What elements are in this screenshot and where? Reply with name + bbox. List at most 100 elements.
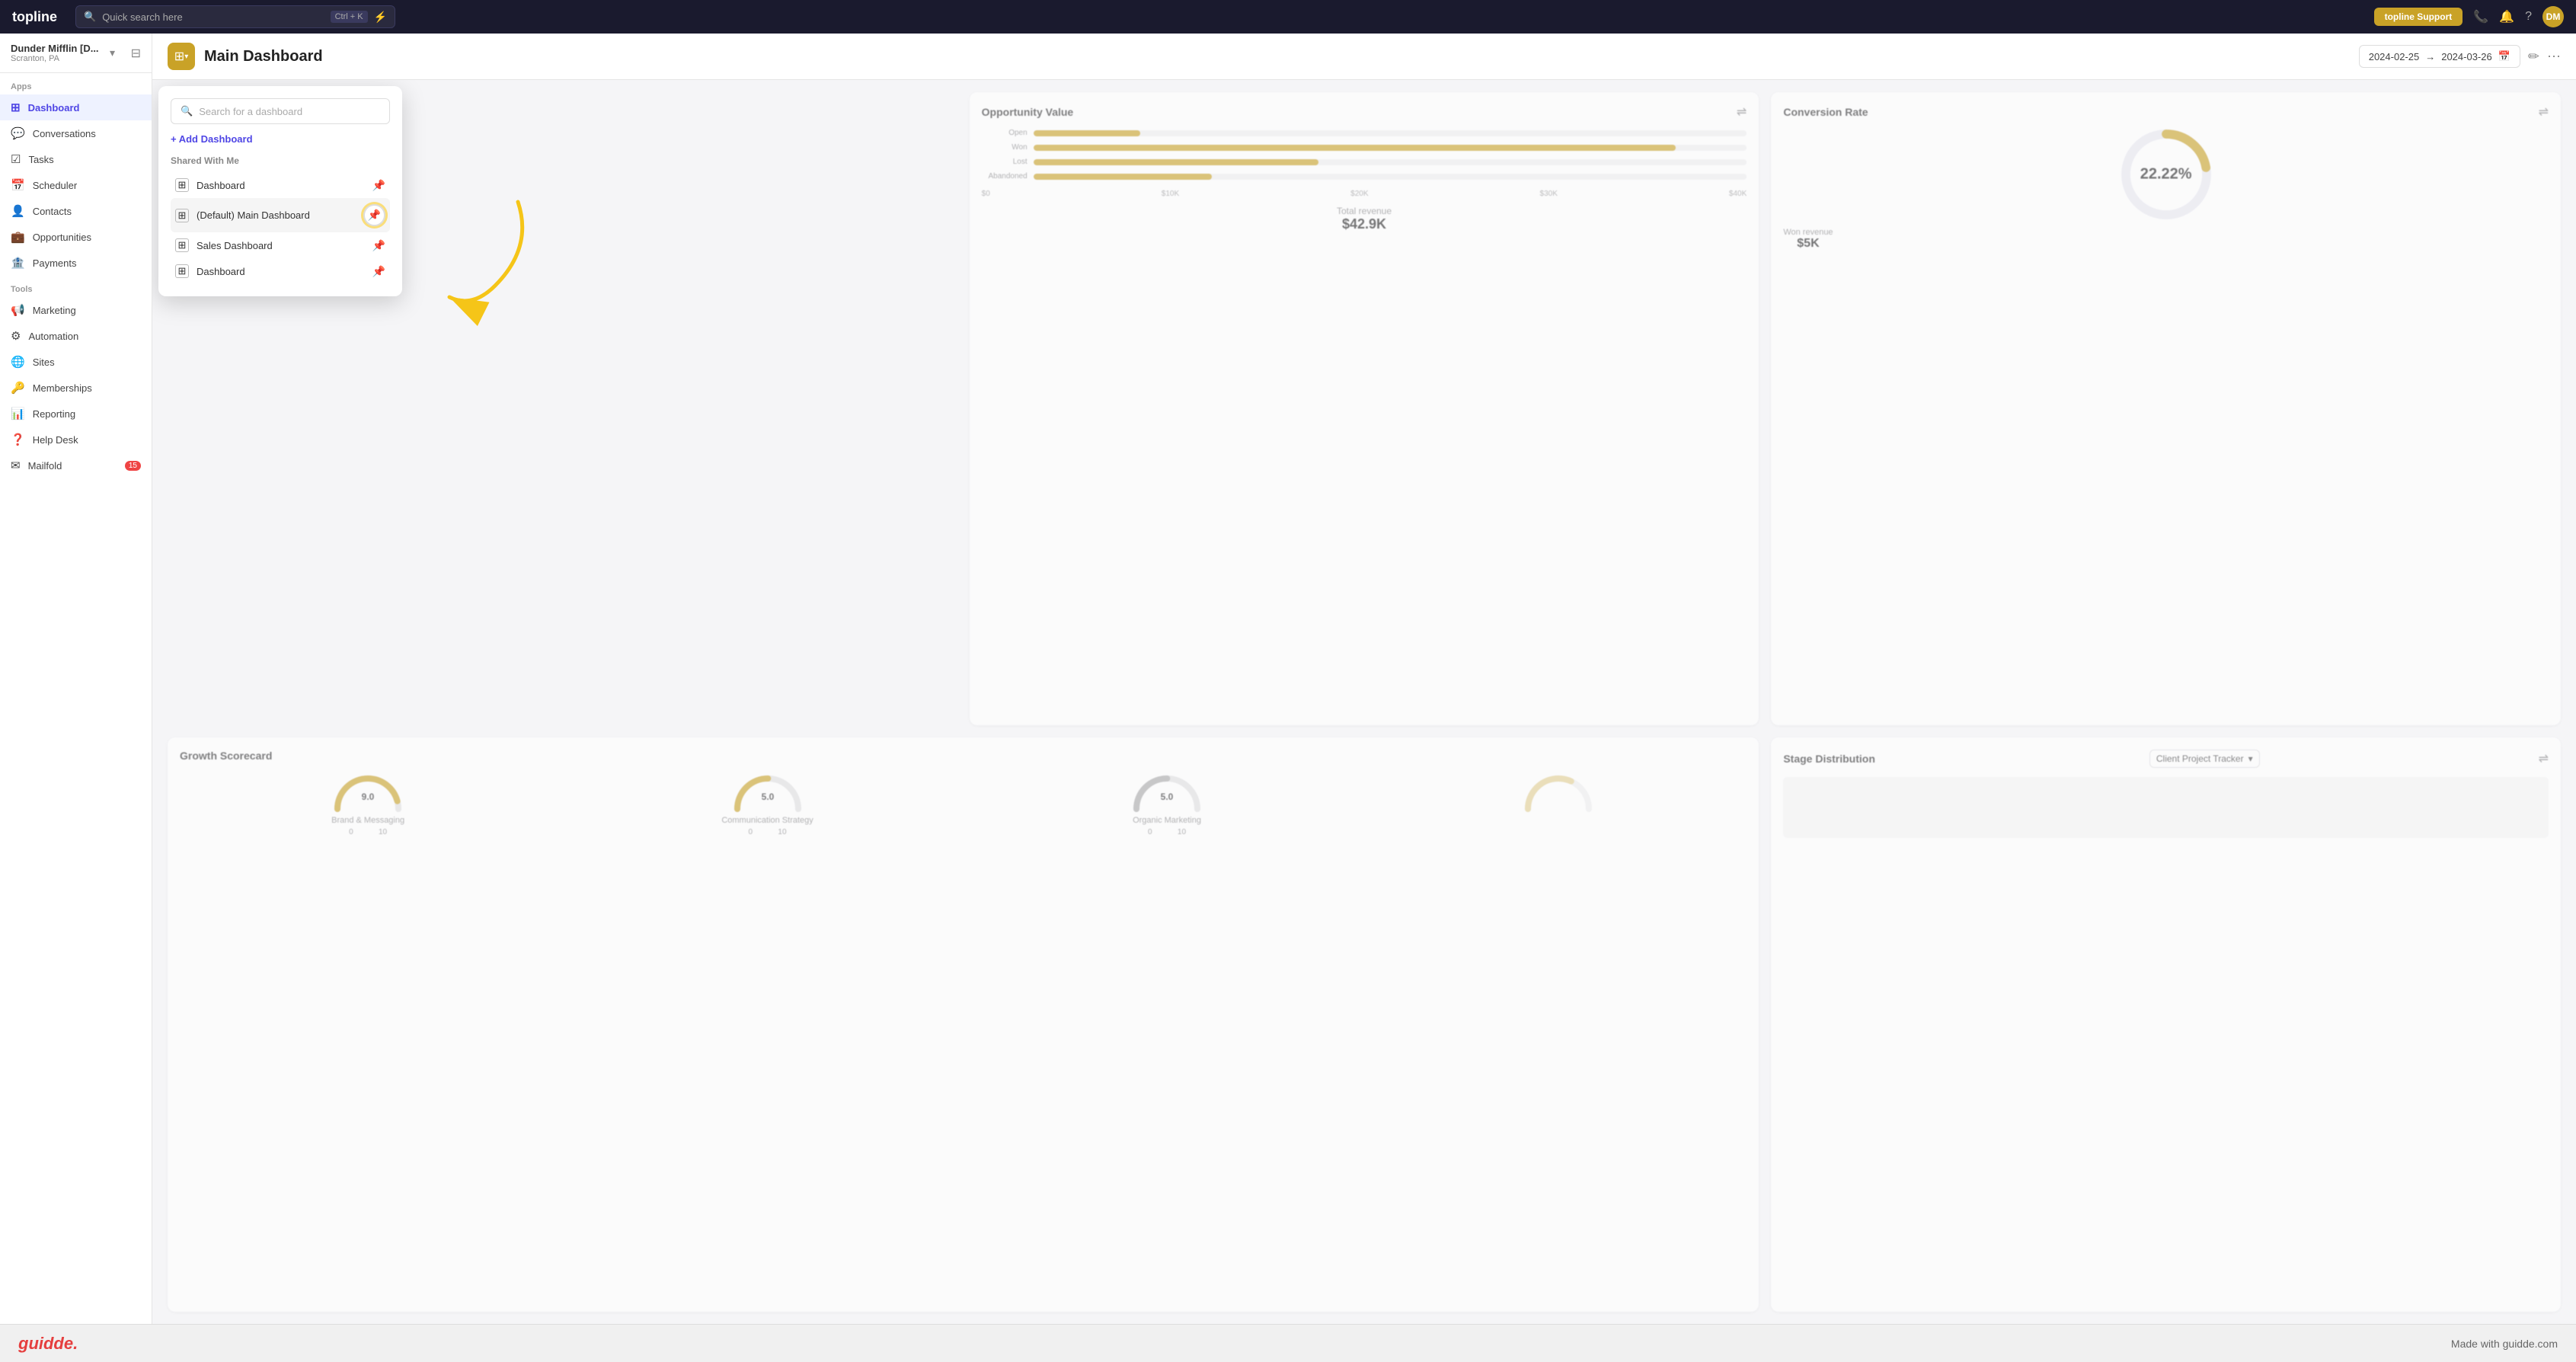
sidebar-item-payments[interactable]: 🏦 Payments: [0, 250, 152, 276]
opportunity-total: Total revenue $42.9K: [982, 206, 1747, 232]
workspace-sub: Scranton, PA: [11, 54, 99, 63]
helpdesk-icon: ❓: [11, 433, 25, 446]
sidebar-label-mailfold: Mailfold: [28, 460, 62, 472]
dashboard-dropdown: 🔍 Search for a dashboard + Add Dashboard…: [158, 86, 402, 296]
sidebar-label-memberships: Memberships: [33, 382, 92, 394]
more-icon[interactable]: ⋯: [2547, 49, 2561, 65]
guidde-made-with: Made with guidde.com: [2451, 1338, 2558, 1350]
opportunity-value-card: Opportunity Value ⇌ Open Won: [970, 92, 1759, 725]
sidebar-item-mailfold[interactable]: ✉ Mailfold 15: [0, 452, 152, 478]
won-revenue-label: Won revenue: [1783, 228, 1833, 237]
won-revenue-value: $5K: [1783, 237, 1833, 251]
stage-chart-placeholder: [1783, 777, 2549, 838]
filter-icon-stage[interactable]: ⇌: [2539, 751, 2549, 766]
page-title: Main Dashboard: [204, 48, 323, 66]
dashboard-icon-button[interactable]: ⊞ ▾: [168, 43, 195, 70]
avatar[interactable]: DM: [2542, 6, 2564, 27]
gauge-row: 9.0 Brand & Messaging 0 10 5.0 Commun: [180, 771, 1747, 836]
marketing-icon: 📢: [11, 303, 25, 317]
sidebar-item-reporting[interactable]: 📊 Reporting: [0, 401, 152, 427]
pin-icon[interactable]: 📌: [372, 179, 385, 192]
stage-distribution-card: Stage Distribution Client Project Tracke…: [1771, 737, 2561, 1312]
donut-container: 22.22%: [1783, 129, 2549, 220]
sidebar-label-helpdesk: Help Desk: [33, 434, 78, 446]
help-icon[interactable]: ?: [2525, 10, 2532, 24]
card-title-growth: Growth Scorecard: [180, 750, 272, 762]
gauge-brand: 9.0 Brand & Messaging 0 10: [330, 771, 406, 836]
dropdown-item-dashboard2[interactable]: ⊞ Dashboard 📌: [171, 258, 390, 284]
content-area: ⊞ ▾ Main Dashboard 2024-02-25 → 2024-03-…: [152, 34, 2576, 1324]
support-button[interactable]: topline Support: [2374, 8, 2463, 26]
bar-fill-open: [1034, 130, 1141, 136]
dropdown-item-label: Dashboard: [197, 180, 245, 191]
axis-30k: $30K: [1540, 190, 1558, 198]
axis-0: $0: [982, 190, 990, 198]
shared-section-label: Shared With Me: [171, 155, 390, 166]
axis-40k: $40K: [1729, 190, 1747, 198]
sidebar-item-automation[interactable]: ⚙ Automation: [0, 323, 152, 349]
main-layout: Dunder Mifflin [D... Scranton, PA ▾ ⊟ Ap…: [0, 34, 2576, 1324]
card-title-opportunity: Opportunity Value: [982, 106, 1074, 118]
bar-label-lost: Lost: [982, 158, 1028, 166]
pin-active-icon[interactable]: 📌: [363, 204, 385, 226]
axis-labels: $0 $10K $20K $30K $40K: [982, 190, 1747, 198]
guidde-logo: guidde.: [18, 1334, 78, 1354]
pin-icon-2[interactable]: 📌: [372, 265, 385, 278]
dropdown-item-dashboard1[interactable]: ⊞ Dashboard 📌: [171, 172, 390, 198]
sidebar: Dunder Mifflin [D... Scranton, PA ▾ ⊟ Ap…: [0, 34, 152, 1324]
sidebar-item-marketing[interactable]: 📢 Marketing: [0, 297, 152, 323]
sidebar-item-contacts[interactable]: 👤 Contacts: [0, 198, 152, 224]
chevron-down-icon[interactable]: ▾: [110, 46, 115, 59]
sidebar-item-memberships[interactable]: 🔑 Memberships: [0, 375, 152, 401]
bar-fill-lost: [1034, 159, 1319, 165]
dashboard-grid: 🔍 Search for a dashboard + Add Dashboard…: [152, 80, 2576, 1324]
sidebar-label-contacts: Contacts: [33, 206, 72, 217]
edit-icon[interactable]: ✏: [2528, 49, 2539, 65]
pin-icon-sales[interactable]: 📌: [372, 239, 385, 252]
sidebar-label-payments: Payments: [33, 257, 77, 269]
bell-icon[interactable]: 🔔: [2499, 9, 2514, 24]
gauge-svg-comm: 5.0: [730, 771, 806, 813]
sidebar-item-helpdesk[interactable]: ❓ Help Desk: [0, 427, 152, 452]
add-dashboard-button[interactable]: + Add Dashboard: [171, 133, 390, 145]
sidebar-item-dashboard[interactable]: ⊞ Dashboard: [0, 94, 152, 120]
date-start: 2024-02-25: [2369, 51, 2420, 62]
sidebar-item-tasks[interactable]: ☑ Tasks: [0, 146, 152, 172]
dropdown-item-sales[interactable]: ⊞ Sales Dashboard 📌: [171, 232, 390, 258]
opportunities-icon: 💼: [11, 230, 25, 244]
card-header-opportunity: Opportunity Value ⇌: [982, 104, 1747, 120]
sidebar-item-scheduler[interactable]: 📅 Scheduler: [0, 172, 152, 198]
gauge-label-comm: Communication Strategy: [721, 816, 813, 825]
layout-icon[interactable]: ⊟: [131, 46, 141, 61]
dropdown-item-main[interactable]: ⊞ (Default) Main Dashboard 📌: [171, 198, 390, 232]
gauge-svg-brand: 9.0: [330, 771, 406, 813]
filter-icon-conv[interactable]: ⇌: [2539, 104, 2549, 120]
gauge-svg-extra1: [1520, 771, 1596, 813]
dashboard-item-icon: ⊞: [175, 178, 189, 192]
guidde-bar: guidde. Made with guidde.com: [0, 1324, 2576, 1362]
sales-dashboard-icon: ⊞: [175, 238, 189, 252]
mailfold-badge: 15: [125, 461, 141, 471]
bar-track-abandoned: [1034, 174, 1747, 180]
global-search[interactable]: 🔍 Quick search here Ctrl + K ⚡: [75, 5, 395, 28]
gauge-scale-organic: 0 10: [1148, 828, 1186, 836]
filter-icon[interactable]: ⇌: [1737, 104, 1747, 120]
conversion-rate-card: Conversion Rate ⇌ 22.22% Won revenue: [1771, 92, 2561, 725]
svg-text:5.0: 5.0: [1161, 791, 1174, 802]
phone-icon[interactable]: 📞: [2473, 9, 2488, 24]
dashboard-search[interactable]: 🔍 Search for a dashboard: [171, 98, 390, 124]
tracker-selector[interactable]: Client Project Tracker ▾: [2149, 750, 2260, 768]
sidebar-label-dashboard: Dashboard: [28, 102, 80, 114]
sidebar-item-opportunities[interactable]: 💼 Opportunities: [0, 224, 152, 250]
date-range-picker[interactable]: 2024-02-25 → 2024-03-26 📅: [2359, 45, 2520, 68]
svg-text:9.0: 9.0: [362, 791, 375, 802]
nav-right: topline Support 📞 🔔 ? DM: [2374, 6, 2564, 27]
sidebar-item-conversations[interactable]: 💬 Conversations: [0, 120, 152, 146]
growth-scorecard-card: Growth Scorecard 9.0 Brand & Messaging 0…: [168, 737, 1759, 1312]
sidebar-item-sites[interactable]: 🌐 Sites: [0, 349, 152, 375]
contacts-icon: 👤: [11, 204, 25, 218]
sidebar-label-automation: Automation: [28, 331, 78, 342]
tasks-icon: ☑: [11, 152, 21, 166]
top-navigation: topline 🔍 Quick search here Ctrl + K ⚡ t…: [0, 0, 2576, 34]
logo: topline: [12, 9, 57, 25]
